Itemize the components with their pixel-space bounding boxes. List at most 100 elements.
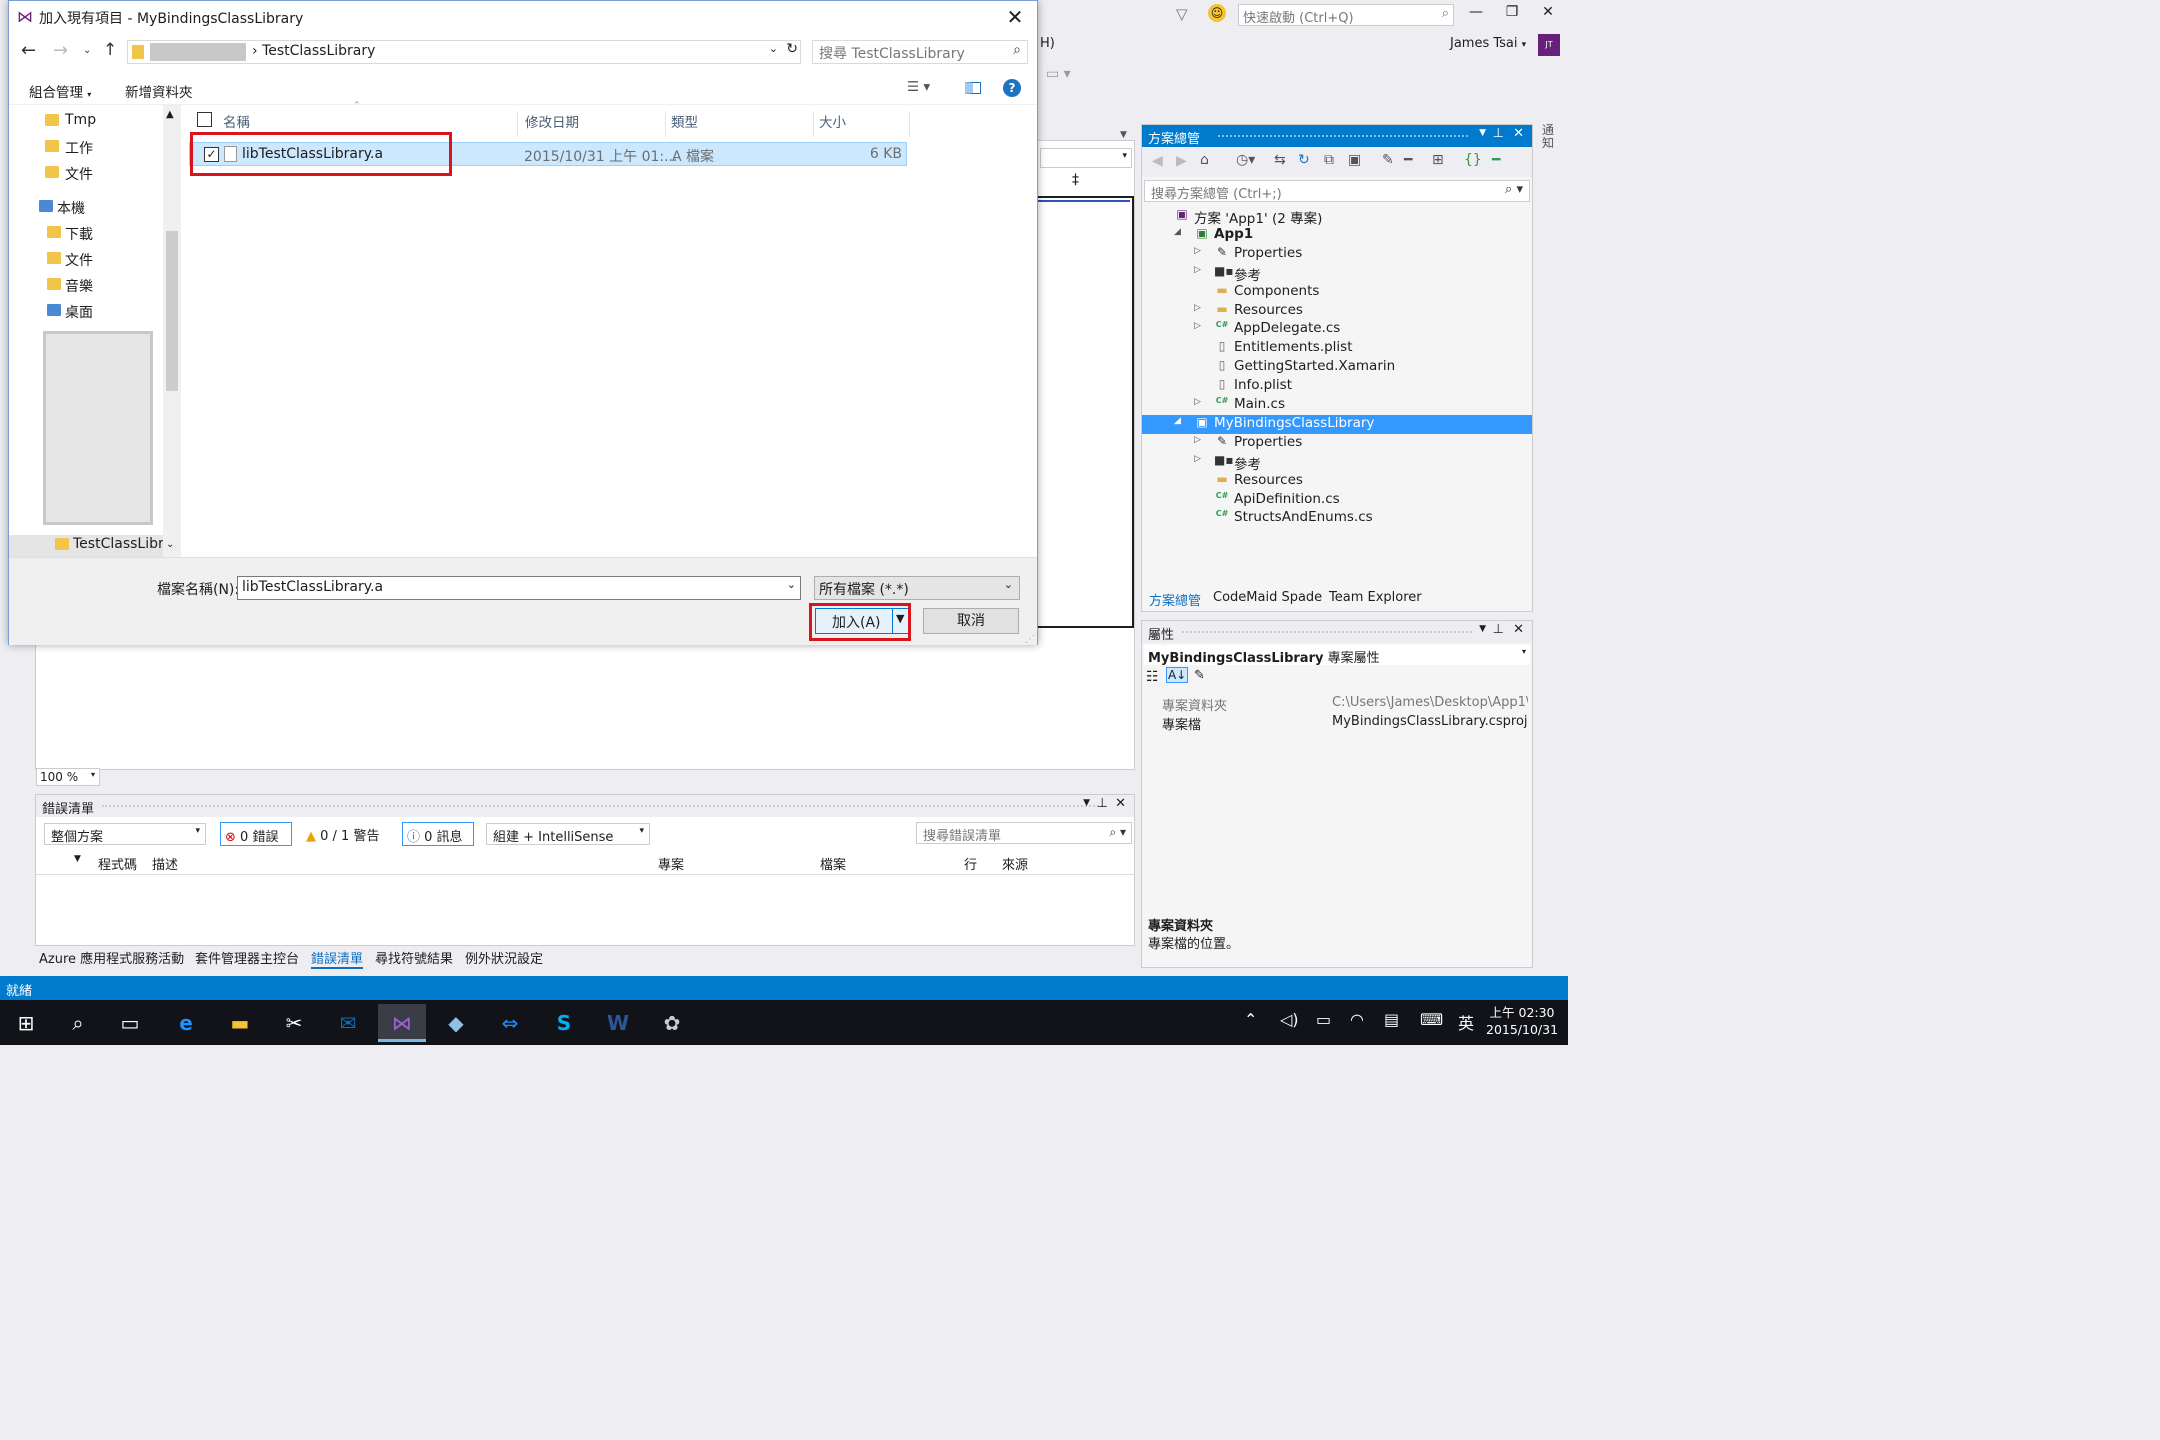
- breadcrumb[interactable]: › TestClassLibrary: [252, 43, 375, 59]
- close-icon[interactable]: ✕: [1513, 622, 1524, 637]
- teamviewer-icon[interactable]: ⇔: [486, 1004, 534, 1042]
- chevron-up-icon[interactable]: ⌃: [1244, 1010, 1257, 1029]
- collapsed-arrow-icon[interactable]: ▷: [1194, 435, 1201, 445]
- keyboard-icon[interactable]: ⌨: [1420, 1010, 1443, 1029]
- expanded-arrow-icon[interactable]: ◢: [1174, 227, 1181, 237]
- tab-codemaid-spade[interactable]: CodeMaid Spade: [1213, 590, 1322, 605]
- dropdown-icon[interactable]: ▼: [1083, 798, 1090, 808]
- refresh-icon[interactable]: ↻: [1298, 152, 1310, 168]
- expanded-arrow-icon[interactable]: ◢: [1174, 416, 1181, 426]
- close-icon[interactable]: ✕: [1513, 126, 1524, 141]
- scroll-down-icon[interactable]: ⌄: [166, 539, 174, 550]
- minimize-button[interactable]: —: [1462, 4, 1490, 26]
- alphabetical-icon[interactable]: A↓: [1166, 667, 1189, 683]
- notification-icon[interactable]: ▤: [1384, 1010, 1399, 1029]
- word-icon[interactable]: W: [594, 1004, 642, 1042]
- quick-launch-input[interactable]: 快速啟動 (Ctrl+Q) ⌕: [1238, 4, 1454, 26]
- history-icon[interactable]: ◷▾: [1236, 152, 1255, 168]
- col-code[interactable]: 程式碼: [98, 854, 137, 873]
- resize-grip-icon[interactable]: ⋰: [1025, 634, 1035, 645]
- tree-node[interactable]: ◢ ▣ MyBindingsClassLibrary: [1142, 414, 1532, 434]
- file-explorer-icon[interactable]: ▬: [216, 1004, 264, 1042]
- collapsed-arrow-icon[interactable]: ▷: [1194, 397, 1201, 407]
- tree-node[interactable]: ▬ Resources: [1142, 472, 1532, 491]
- restore-button[interactable]: ❐: [1498, 4, 1526, 26]
- tree-node[interactable]: ▷ C# AppDelegate.cs: [1142, 320, 1532, 339]
- new-folder-button[interactable]: 新增資料夾: [125, 81, 193, 101]
- tree-node[interactable]: ▬ Components: [1142, 283, 1532, 302]
- close-icon[interactable]: ✕: [1115, 796, 1126, 811]
- col-project[interactable]: 專案: [658, 854, 684, 873]
- tab-team-explorer[interactable]: Team Explorer: [1329, 590, 1422, 605]
- search-icon[interactable]: ⌕: [54, 1004, 102, 1042]
- chevron-down-icon[interactable]: ▼: [1120, 130, 1127, 140]
- scrollbar-thumb[interactable]: [166, 231, 178, 391]
- tree-node[interactable]: ▷ ■▪ 參考: [1142, 453, 1532, 473]
- property-row[interactable]: 專案檔 MyBindingsClassLibrary.csproj: [1144, 712, 1530, 733]
- feedback-smiley-icon[interactable]: ☺: [1208, 4, 1226, 22]
- pin-icon[interactable]: ⊥: [1493, 622, 1504, 637]
- select-all-checkbox[interactable]: [197, 112, 212, 127]
- side-tab-notifications[interactable]: 通知: [1542, 124, 1558, 150]
- cancel-button[interactable]: 取消: [923, 608, 1019, 634]
- wifi-icon[interactable]: ◠: [1350, 1010, 1364, 1029]
- tree-node[interactable]: ▣ 方案 'App1' (2 專案): [1142, 207, 1532, 227]
- build-filter-select[interactable]: 組建 + IntelliSense ▾: [486, 823, 650, 845]
- filename-input[interactable]: libTestClassLibrary.a ⌄: [237, 576, 801, 600]
- col-line[interactable]: 行: [964, 854, 977, 873]
- filetype-select[interactable]: 所有檔案 (*.*) ⌄: [814, 576, 1020, 600]
- tab-find-symbol[interactable]: 尋找符號結果: [375, 948, 453, 967]
- designer-combo[interactable]: ▾: [1040, 148, 1132, 168]
- menu-item-help-fragment[interactable]: H): [1040, 36, 1080, 56]
- messages-filter-button[interactable]: ⓘ 0 訊息: [402, 822, 474, 846]
- property-row[interactable]: 專案資料夾 C:\Users\James\Desktop\App1\M: [1144, 693, 1530, 714]
- collapsed-arrow-icon[interactable]: ▷: [1194, 454, 1201, 464]
- tree-node[interactable]: ▯ Entitlements.plist: [1142, 339, 1532, 358]
- ime-indicator[interactable]: 英: [1458, 1010, 1474, 1034]
- warnings-filter-button[interactable]: ▲ 0 / 1 警告: [306, 825, 379, 844]
- tree-node[interactable]: C# StructsAndEnums.cs: [1142, 509, 1532, 528]
- error-search-input[interactable]: 搜尋錯誤清單 ⌕ ▾: [916, 822, 1132, 844]
- tree-node[interactable]: ▷ ✎ Properties: [1142, 434, 1532, 453]
- clock[interactable]: 上午 02:30 2015/10/31: [1486, 1004, 1558, 1038]
- tab-package-manager[interactable]: 套件管理器主控台: [195, 948, 299, 967]
- visual-studio-icon[interactable]: ⋈: [378, 1004, 426, 1042]
- scroll-up-icon[interactable]: ▲: [166, 109, 174, 120]
- tree-node[interactable]: ▷ C# Main.cs: [1142, 396, 1532, 415]
- collapsed-arrow-icon[interactable]: ▷: [1194, 303, 1201, 313]
- collapsed-arrow-icon[interactable]: ▷: [1194, 265, 1201, 275]
- sync-icon[interactable]: ⇆: [1274, 152, 1286, 168]
- col-file[interactable]: 檔案: [820, 854, 846, 873]
- help-icon[interactable]: ?: [1003, 79, 1021, 97]
- dropdown-icon[interactable]: ▼: [1479, 128, 1486, 138]
- tab-error-list[interactable]: 錯誤清單: [311, 948, 364, 969]
- address-bar[interactable]: › TestClassLibrary ⌄ ↻: [127, 40, 801, 64]
- show-all-files-icon[interactable]: ▣: [1348, 152, 1361, 168]
- tree-node[interactable]: ▷ ■▪ 參考: [1142, 264, 1532, 284]
- collapse-all-icon[interactable]: ⧉: [1324, 152, 1334, 168]
- tree-node[interactable]: ▯ GettingStarted.Xamarin: [1142, 358, 1532, 377]
- class-diagram-icon[interactable]: ⊞: [1432, 152, 1444, 168]
- user-name[interactable]: James Tsai ▾: [1450, 36, 1526, 51]
- tree-node[interactable]: ▯ Info.plist: [1142, 377, 1532, 396]
- filter-dropdown-icon[interactable]: ▼: [74, 854, 81, 864]
- preview-pane-icon[interactable]: [965, 82, 981, 94]
- up-icon[interactable]: ↑: [103, 40, 117, 60]
- snipping-tool-icon[interactable]: ✂: [270, 1004, 318, 1042]
- properties-object-select[interactable]: MyBindingsClassLibrary 專案屬性 ▾: [1144, 645, 1530, 666]
- task-view-icon[interactable]: ▭: [106, 1004, 154, 1042]
- app-icon[interactable]: ◆: [432, 1004, 480, 1042]
- start-windows-icon[interactable]: ⊞: [2, 1004, 50, 1042]
- home-icon[interactable]: ⌂: [1200, 152, 1209, 168]
- close-icon[interactable]: ✕: [1001, 3, 1029, 31]
- paint-icon[interactable]: ✿: [648, 1004, 696, 1042]
- tree-node[interactable]: C# ApiDefinition.cs: [1142, 491, 1532, 510]
- solution-search-input[interactable]: 搜尋方案總管 (Ctrl+;) ⌕ ▾: [1144, 180, 1530, 202]
- scope-select[interactable]: 整個方案 ▾: [44, 823, 206, 845]
- skype-icon[interactable]: S: [540, 1004, 588, 1042]
- pin-icon[interactable]: ⊥: [1097, 796, 1108, 811]
- forward-icon[interactable]: ▶: [1176, 153, 1187, 169]
- zoom-select[interactable]: 100 % ▾: [36, 768, 100, 786]
- refresh-icon[interactable]: ↻: [786, 41, 798, 57]
- window-close-button[interactable]: ✕: [1534, 4, 1562, 26]
